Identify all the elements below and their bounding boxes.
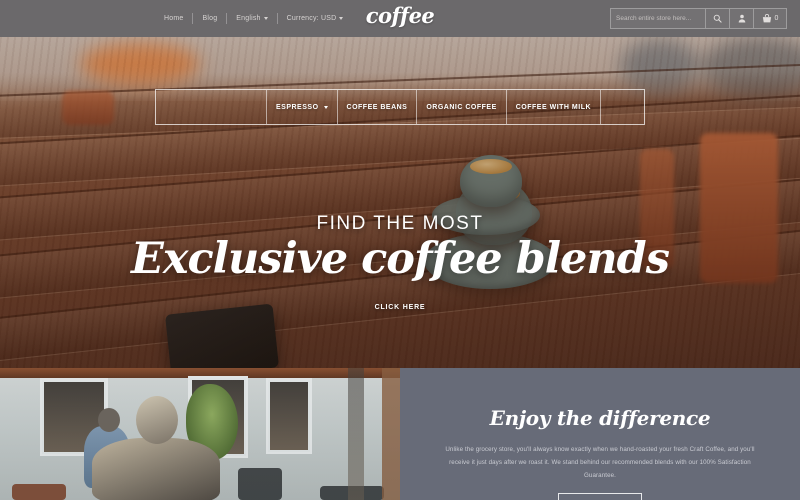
nav-item-organic-coffee[interactable]: ORGANIC COFFEE [416, 90, 505, 124]
nav-item-label: ESPRESSO [276, 103, 319, 111]
nav-item-label: COFFEE BEANS [346, 103, 408, 111]
hero-title: Exclusive coffee blends [131, 234, 670, 284]
page-root: ESPRESSO COFFEE BEANS ORGANIC COFFEE COF… [0, 0, 800, 500]
search-box[interactable] [610, 8, 706, 29]
account-button[interactable] [730, 8, 754, 29]
basket-icon [762, 14, 771, 23]
hero-cta-link[interactable]: CLICK HERE [375, 304, 426, 311]
hero-section: ESPRESSO COFFEE BEANS ORGANIC COFFEE COF… [0, 37, 800, 368]
nav-item-coffee-beans[interactable]: COFFEE BEANS [336, 90, 417, 124]
site-header: Home Blog English Currency: USD coffee S… [0, 0, 800, 37]
header-actions: 0 [610, 8, 787, 29]
nav-item-espresso[interactable]: ESPRESSO [266, 90, 337, 124]
cart-count: 0 [774, 15, 779, 22]
hero-kicker: FIND THE MOST [316, 213, 484, 234]
nav-item-label: ORGANIC COFFEE [426, 103, 497, 111]
promo-title: Enjoy the difference [489, 406, 711, 430]
nav-item-coffee-with-milk[interactable]: COFFEE WITH MILK [505, 90, 600, 124]
search-button[interactable] [706, 8, 730, 29]
search-input[interactable] [616, 15, 700, 22]
main-navigation[interactable]: ESPRESSO COFFEE BEANS ORGANIC COFFEE COF… [155, 89, 645, 125]
hero-copy: FIND THE MOST Exclusive coffee blends CL… [0, 213, 800, 314]
promo-button[interactable] [558, 493, 642, 500]
user-icon [738, 14, 745, 23]
nav-logo-space [156, 90, 266, 124]
search-icon [713, 14, 722, 23]
chevron-down-icon [323, 105, 328, 109]
lower-section: Enjoy the difference Unlike the grocery … [0, 368, 800, 500]
nav-trailing-space [600, 90, 644, 124]
cafe-photo [0, 368, 400, 500]
nav-item-label: COFFEE WITH MILK [515, 103, 592, 111]
hero-background-photo [0, 37, 800, 368]
promo-text: Unlike the grocery store, you'll always … [445, 446, 755, 480]
cart-button[interactable]: 0 [754, 8, 787, 29]
promo-panel: Enjoy the difference Unlike the grocery … [400, 368, 800, 500]
